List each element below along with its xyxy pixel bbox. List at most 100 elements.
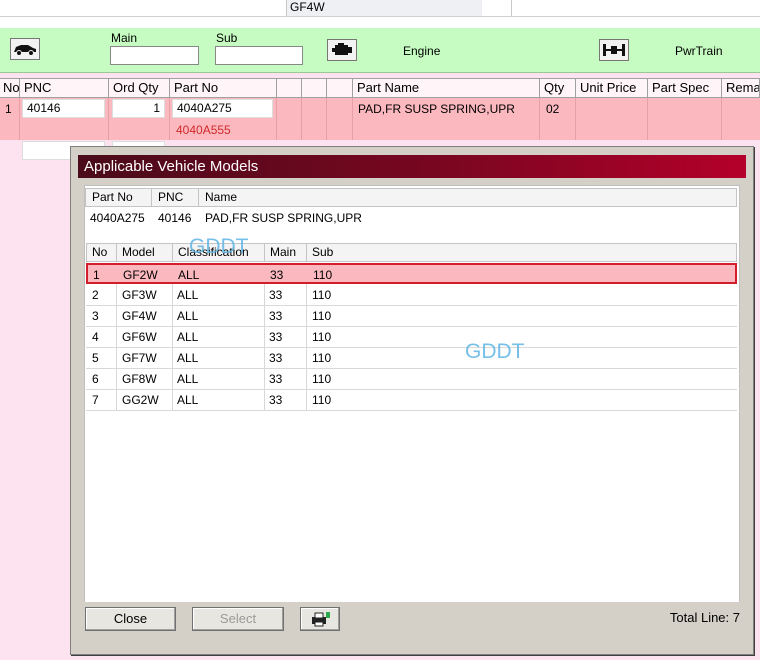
info-header-part-no: Part No xyxy=(85,188,152,207)
column-header-remark[interactable]: Rema xyxy=(722,78,760,98)
engine-icon xyxy=(332,43,352,55)
powertrain-icon xyxy=(603,44,625,56)
row-model: GF2W xyxy=(123,268,158,282)
pnc-field[interactable]: 40146 xyxy=(22,99,105,118)
info-part-no: 4040A275 xyxy=(90,211,145,225)
part-no-field[interactable]: 4040A275 xyxy=(172,99,273,118)
row-model: GF3W xyxy=(122,288,157,302)
column-header-part-no[interactable]: Part No xyxy=(170,78,277,98)
row-classification: ALL xyxy=(177,330,199,344)
row-no: 6 xyxy=(92,372,99,386)
row-classification: ALL xyxy=(177,288,199,302)
column-header-blank-2[interactable] xyxy=(302,78,327,98)
top-strip-cell xyxy=(482,0,512,16)
cell-part-spec xyxy=(648,98,722,140)
row-main: 33 xyxy=(269,330,283,344)
row-main: 33 xyxy=(269,372,283,386)
main-input[interactable] xyxy=(110,46,199,65)
car-icon xyxy=(14,45,36,56)
dialog-footer: Close Select Total Line: 7 xyxy=(84,602,740,640)
column-header-blank-3[interactable] xyxy=(327,78,353,98)
info-header-name: Name xyxy=(198,188,737,207)
list-item[interactable]: 5 GF7W ALL 33 110 xyxy=(86,348,737,369)
part-name: PAD,FR SUSP SPRING,UPR xyxy=(358,102,515,116)
divider xyxy=(0,16,760,17)
toolbar: Main Sub Engine PwrTrain xyxy=(0,28,760,73)
engine-label: Engine xyxy=(403,44,441,58)
row-no: 3 xyxy=(92,309,99,323)
list-header-sub[interactable]: Sub xyxy=(306,243,737,262)
column-header-unit-price[interactable]: Unit Price xyxy=(576,78,648,98)
ord-qty-field[interactable]: 1 xyxy=(112,99,165,118)
row-model: GF4W xyxy=(122,309,157,323)
column-header-blank-1[interactable] xyxy=(277,78,302,98)
dialog-content: Part No PNC Name 4040A275 40146 PAD,FR S… xyxy=(84,185,740,640)
sub-label: Sub xyxy=(216,31,238,45)
column-header-no[interactable]: No xyxy=(0,78,20,98)
row-sub: 110 xyxy=(312,330,332,344)
row-main: 33 xyxy=(269,351,283,365)
row-model: GF8W xyxy=(122,372,157,386)
close-button[interactable]: Close xyxy=(85,607,176,631)
list-item[interactable]: 4 GF6W ALL 33 110 xyxy=(86,327,737,348)
cell-blank-2 xyxy=(302,98,327,140)
powertrain-button[interactable] xyxy=(599,39,629,61)
row-no: 7 xyxy=(92,393,99,407)
row-classification: ALL xyxy=(178,268,200,282)
row-classification: ALL xyxy=(177,372,199,386)
row-classification: ALL xyxy=(177,351,199,365)
row-main: 33 xyxy=(270,268,284,282)
row-main: 33 xyxy=(269,393,283,407)
dialog-title[interactable]: Applicable Vehicle Models xyxy=(78,155,746,178)
row-sub: 110 xyxy=(312,351,332,365)
list-item[interactable]: 7 GG2W ALL 33 110 xyxy=(86,390,737,411)
list-item[interactable]: 3 GF4W ALL 33 110 xyxy=(86,306,737,327)
cell-blank-1 xyxy=(277,98,302,140)
pwrtrain-label: PwrTrain xyxy=(675,44,723,58)
list-item[interactable]: 1 GF2W ALL 33 110 xyxy=(86,263,737,284)
column-header-part-spec[interactable]: Part Spec xyxy=(648,78,722,98)
total-lines: Total Line: 7 xyxy=(669,610,740,625)
list-header-main[interactable]: Main xyxy=(264,243,307,262)
row-model: GF7W xyxy=(122,351,157,365)
car-button[interactable] xyxy=(10,38,40,60)
list-header-model[interactable]: Model xyxy=(116,243,173,262)
sub-input[interactable] xyxy=(215,46,303,65)
select-button[interactable]: Select xyxy=(192,607,284,631)
row-classification: ALL xyxy=(177,309,199,323)
column-header-pnc[interactable]: PNC xyxy=(20,78,109,98)
qty: 02 xyxy=(546,102,560,116)
row-sub: 110 xyxy=(312,393,332,407)
row-sub: 110 xyxy=(312,309,332,323)
top-strip: GF4W xyxy=(0,0,760,28)
row-main: 33 xyxy=(269,309,283,323)
watermark: GDDT xyxy=(189,235,249,258)
engine-button[interactable] xyxy=(327,39,357,61)
list-header-no[interactable]: No xyxy=(86,243,117,262)
list-item[interactable]: 6 GF8W ALL 33 110 xyxy=(86,369,737,390)
row-sub: 110 xyxy=(312,372,332,386)
table-row[interactable]: 1 40146 1 4040A275 4040A555 PAD,FR SUSP … xyxy=(0,98,760,140)
applicable-models-dialog: Applicable Vehicle Models Part No PNC Na… xyxy=(70,146,754,655)
cell-no: 1 xyxy=(0,98,20,140)
row-no: 5 xyxy=(92,351,99,365)
row-no: 1 xyxy=(5,102,12,116)
info-header-pnc: PNC xyxy=(151,188,199,207)
row-model: GF6W xyxy=(122,330,157,344)
cell-unit-price xyxy=(576,98,648,140)
row-sub: 110 xyxy=(313,268,333,282)
watermark: GDDT xyxy=(465,340,525,363)
column-header-qty[interactable]: Qty xyxy=(540,78,576,98)
list-item[interactable]: 2 GF3W ALL 33 110 xyxy=(86,285,737,306)
column-header-ord-qty[interactable]: Ord Qty xyxy=(109,78,170,98)
info-name: PAD,FR SUSP SPRING,UPR xyxy=(205,211,362,225)
model-field[interactable]: GF4W xyxy=(286,0,482,16)
alt-part-no[interactable]: 4040A555 xyxy=(176,123,231,137)
print-button[interactable] xyxy=(300,607,340,631)
row-no: 2 xyxy=(92,288,99,302)
row-sub: 110 xyxy=(312,288,332,302)
column-header-part-name[interactable]: Part Name xyxy=(353,78,540,98)
row-model: GG2W xyxy=(122,393,159,407)
row-no: 1 xyxy=(93,268,100,282)
row-main: 33 xyxy=(269,288,283,302)
